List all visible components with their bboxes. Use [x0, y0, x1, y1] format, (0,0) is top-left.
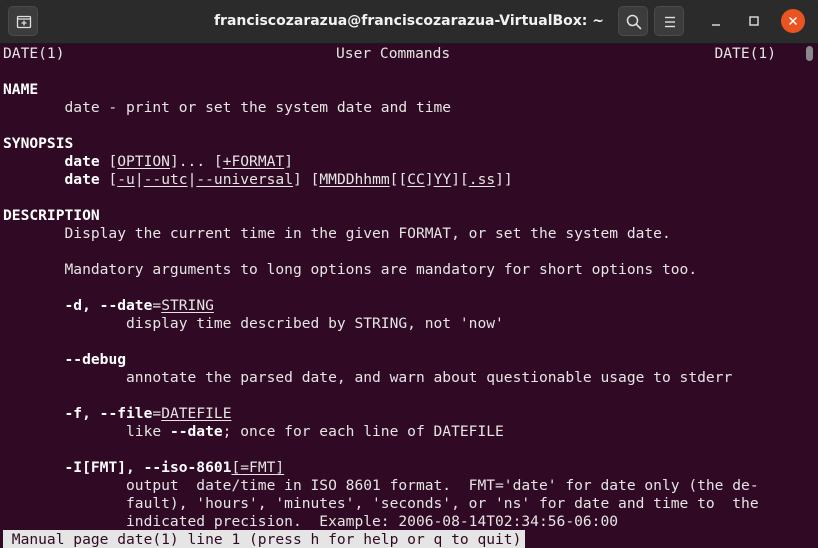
synopsis-punct: ] [ — [293, 171, 320, 188]
synopsis-punct: [ — [99, 153, 118, 170]
synopsis-line-2: date [-u|--utc|--universal] [MMDDhhmm[[C… — [3, 171, 513, 189]
minimize-icon — [712, 24, 720, 26]
option-debug: --debug — [3, 351, 127, 369]
option-arg: STRING — [161, 297, 214, 314]
synopsis-command: date — [64, 171, 100, 188]
new-tab-icon — [16, 15, 32, 29]
option-punct: [ — [231, 459, 241, 476]
section-heading-synopsis: SYNOPSIS — [3, 135, 74, 152]
pager-status-bar: Manual page date(1) line 1 (press h for … — [3, 530, 526, 548]
synopsis-punct: ]... [ — [169, 153, 223, 170]
man-header-right: DATE(1) — [714, 45, 776, 62]
option-punct: ] — [275, 459, 285, 476]
synopsis-punct: [[ — [389, 171, 408, 188]
option-equals: = — [152, 405, 162, 422]
option-arg: DATEFILE — [161, 405, 232, 422]
close-button[interactable] — [781, 9, 805, 33]
menu-button[interactable] — [654, 6, 684, 36]
hamburger-menu-icon — [665, 16, 675, 28]
title-bar[interactable]: franciscozarazua@franciscozarazua-Virtua… — [0, 0, 818, 44]
synopsis-command: date — [64, 153, 100, 170]
man-header-center: User Commands — [336, 45, 451, 62]
name-description: date - print or set the system date and … — [3, 99, 452, 116]
synopsis-punct: ] — [424, 171, 434, 188]
synopsis-punct: ]] — [495, 171, 513, 188]
window-title: franciscozarazua@franciscozarazua-Virtua… — [213, 13, 605, 29]
maximize-icon — [749, 16, 759, 26]
synopsis-line-1: date [OPTION]... [+FORMAT] — [3, 153, 293, 171]
option-iso-description-1: output date/time in ISO 8601 format. FMT… — [3, 477, 759, 494]
synopsis-arg-yy: YY — [433, 171, 452, 188]
option-date-description: display time described by STRING, not 'n… — [3, 315, 504, 332]
new-tab-button[interactable] — [8, 6, 38, 36]
option-date: -d, --date=STRING — [3, 297, 214, 315]
option-iso-description-3: indicated precision. Example: 2006-08-14… — [3, 513, 619, 530]
description-bold-flag: --date — [169, 423, 223, 440]
maximize-button[interactable] — [742, 9, 766, 33]
description-text: like — [3, 423, 170, 440]
option-debug-description: annotate the parsed date, and warn about… — [3, 369, 733, 386]
option-file: -f, --file=DATEFILE — [3, 405, 232, 423]
option-iso-8601: -I[FMT], --iso-8601[=FMT] — [3, 459, 285, 477]
option-file-description: like --date; once for each line of DATEF… — [3, 423, 504, 441]
synopsis-punct: [ — [99, 171, 118, 188]
option-equals: = — [152, 297, 162, 314]
terminal-window: franciscozarazua@franciscozarazua-Virtua… — [0, 0, 818, 548]
description-text: ; once for each line of DATEFILE — [222, 423, 504, 440]
section-heading-description: DESCRIPTION — [3, 207, 100, 224]
option-flag: -I[FMT], --iso-8601 — [64, 459, 232, 476]
scrollbar-track[interactable] — [805, 44, 814, 548]
section-heading-name: NAME — [3, 81, 39, 98]
option-flag: -d, --date — [64, 297, 153, 314]
option-iso-description-2: fault), 'hours', 'minutes', 'seconds', o… — [3, 495, 759, 512]
option-flag: --debug — [64, 351, 127, 368]
synopsis-flag-u: -u — [117, 171, 135, 188]
synopsis-option-arg: OPTION — [117, 153, 170, 170]
description-line-1: Display the current time in the given FO… — [3, 225, 671, 242]
description-line-2: Mandatory arguments to long options are … — [3, 261, 698, 278]
synopsis-arg-mmddhhmm: MMDDhhmm — [319, 171, 390, 188]
option-arg: =FMT — [240, 459, 276, 476]
minimize-button[interactable] — [704, 9, 728, 33]
synopsis-flag-universal: --universal — [196, 171, 294, 188]
man-header-left: DATE(1) — [3, 45, 65, 62]
option-flag: -f, --file — [64, 405, 153, 422]
synopsis-arg-ss: .ss — [468, 171, 496, 188]
scrollbar-thumb[interactable] — [806, 46, 813, 61]
synopsis-flag-utc: --utc — [143, 171, 188, 188]
terminal-content[interactable]: DATE(1) User Commands DATE(1) NAME date … — [0, 44, 818, 548]
synopsis-format-arg: +FORMAT — [222, 153, 285, 170]
synopsis-arg-cc: CC — [407, 171, 425, 188]
close-icon — [788, 16, 798, 26]
synopsis-punct: ] — [284, 153, 293, 170]
synopsis-punct: ][ — [451, 171, 469, 188]
search-icon — [626, 14, 642, 30]
synopsis-punct: | — [134, 171, 144, 188]
search-button[interactable] — [618, 6, 648, 36]
